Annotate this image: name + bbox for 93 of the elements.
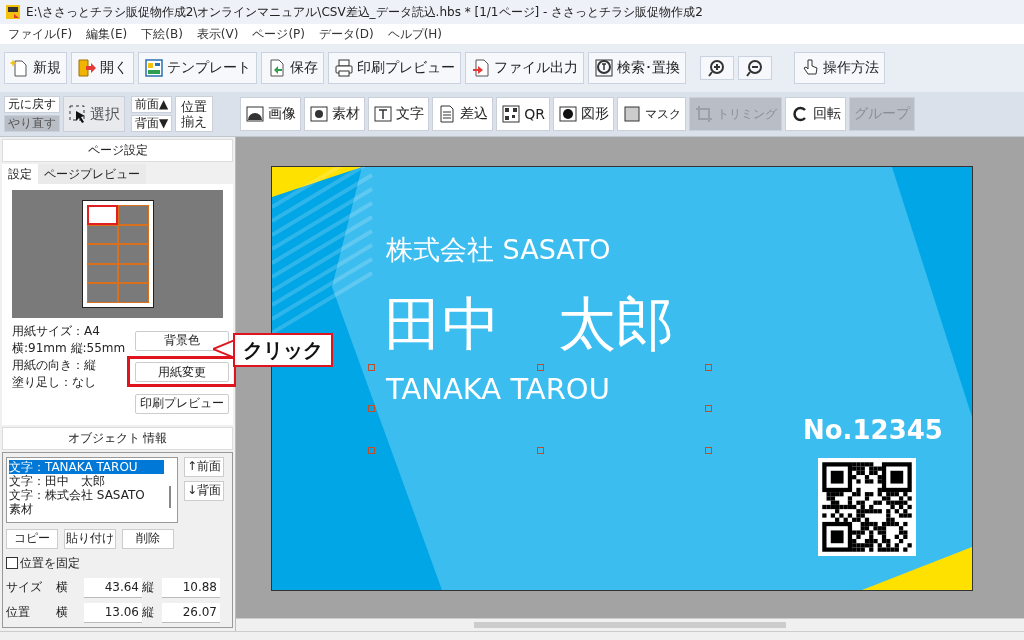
list-item[interactable]: 文字：田中 太郎 [9,473,164,488]
toolbar-button[interactable]: 検索･置換 [588,52,686,84]
send-backward-button[interactable]: ↓背面 [184,480,225,501]
action-button[interactable]: 削除 [122,528,174,549]
number-field[interactable]: 13.06 [84,602,142,623]
paper-info-text: 用紙の向き：縦 [12,358,97,373]
panel-header: ページ設定 [2,139,233,162]
scrollbar-thumb[interactable] [169,485,171,508]
toolbar-button[interactable]: 開く [71,52,134,84]
text-frame-icon [373,104,394,124]
list-item[interactable]: 文字：TANAKA TAROU [9,459,164,474]
toolbar-button[interactable]: 保存 [261,52,324,84]
circle-frame-icon [558,104,578,124]
resize-handle[interactable] [368,364,375,371]
romaji-name-text: TANAKA TAROU [386,374,610,406]
tool-button[interactable]: 画像 [240,97,302,131]
company-name-text: 株式会社 SASATO [386,235,611,265]
menu-item[interactable]: 下絵(B) [141,25,183,43]
field-label: 位置 [6,604,31,621]
field-label: 縦 [142,604,155,621]
paper-info-text: 塗り足し：なし [12,375,97,390]
tool-button[interactable]: 文字 [368,97,430,131]
zoom-in-button[interactable] [700,56,734,80]
panel-button[interactable]: 用紙変更 [135,362,229,382]
action-button[interactable]: 貼り付け [64,528,116,549]
menu-item[interactable]: ヘルプ(H) [387,25,442,43]
menu-item[interactable]: 表示(V) [196,25,239,43]
crop-icon [694,104,714,124]
number-field[interactable]: 10.88 [162,577,220,598]
zoom-in-icon [707,58,727,78]
tool-button[interactable]: マスク [617,97,686,131]
folder-arrow-icon [77,58,97,78]
resize-handle[interactable] [368,405,375,412]
app-logo-icon [6,5,20,19]
tool-button[interactable]: 素材 [304,97,366,131]
paper-info-text: 横:91mm 縦:55mm [12,341,126,356]
template-icon [144,58,164,78]
panel-tab[interactable]: ページプレビュー [38,164,146,184]
toolbar-button[interactable]: 新規 [4,52,67,84]
tool-button[interactable]: QR [496,97,550,131]
toolbar-button[interactable]: ファイル出力 [465,52,584,84]
person-name-text: 田中 太郎 [384,293,674,357]
field-label: 横 [56,604,69,621]
tool-button[interactable]: 差込 [432,97,494,131]
toolbar-button[interactable]: 印刷プレビュー [328,52,461,84]
field-label: 縦 [142,579,155,596]
resize-handle[interactable] [705,447,712,454]
bring-forward-button[interactable]: 前面▲ [131,96,173,113]
panel-header: オブジェクト 情報 [2,426,233,450]
resize-handle[interactable] [537,364,544,371]
cursor-icon [68,104,88,124]
tool-button[interactable]: 回転 [785,97,846,131]
menu-item[interactable]: ファイル(F) [8,25,73,43]
bring-forward-button[interactable]: ↑前面 [184,456,225,477]
align-button[interactable]: 位置揃え [175,96,214,132]
panel-tab[interactable]: 設定 [2,164,38,184]
panel-button[interactable]: 印刷プレビュー [135,393,229,414]
magnifier-text-icon [594,58,614,78]
menu-item[interactable]: データ(D) [319,25,374,43]
resize-handle[interactable] [705,405,712,412]
paper-info-text: 用紙サイズ：A4 [12,324,101,339]
new-document-icon [10,58,30,78]
horizontal-scrollbar[interactable] [236,618,1024,631]
send-backward-button[interactable]: 背面▼ [131,115,173,132]
zoom-out-icon [745,58,765,78]
zoom-out-button[interactable] [738,56,772,80]
checkbox-label: 位置を固定 [20,554,80,572]
field-label: 横 [56,579,69,596]
qr-code-icon [501,104,522,124]
menu-item[interactable]: ページ(P) [252,25,305,43]
number-field[interactable]: 43.64 [84,577,142,598]
document-arrow-icon [471,58,491,78]
list-item[interactable]: 素材 [9,501,164,516]
mask-frame-icon [622,104,642,124]
window-title: E:\ささっとチラシ販促物作成2\オンラインマニュアル\CSV差込_データ読込.hbs * [1/1ページ] - ささっとチラシ販促物作成2 [26,3,703,21]
tool-button[interactable]: 図形 [553,97,614,131]
resize-handle[interactable] [537,447,544,454]
select-tool-button[interactable]: 選択 [63,96,125,132]
image-frame-icon [245,104,266,124]
checkbox[interactable] [6,557,18,569]
printer-icon [334,58,354,78]
toolbar-button[interactable]: 操作方法 [794,52,885,84]
resize-handle[interactable] [368,447,375,454]
menu-item[interactable]: 編集(E) [86,25,128,43]
number-field[interactable]: 26.07 [162,602,220,623]
undo-button[interactable]: 元に戻す [4,96,60,113]
toolbar-button[interactable]: テンプレート [138,52,257,84]
list-item[interactable]: 文字：株式会社 SASATO [9,487,164,502]
document-arrow-icon [267,58,287,78]
action-button[interactable]: コピー [6,528,58,549]
field-label: サイズ [6,579,43,596]
resize-handle[interactable] [705,364,712,371]
number-text: No.12345 [803,416,943,445]
